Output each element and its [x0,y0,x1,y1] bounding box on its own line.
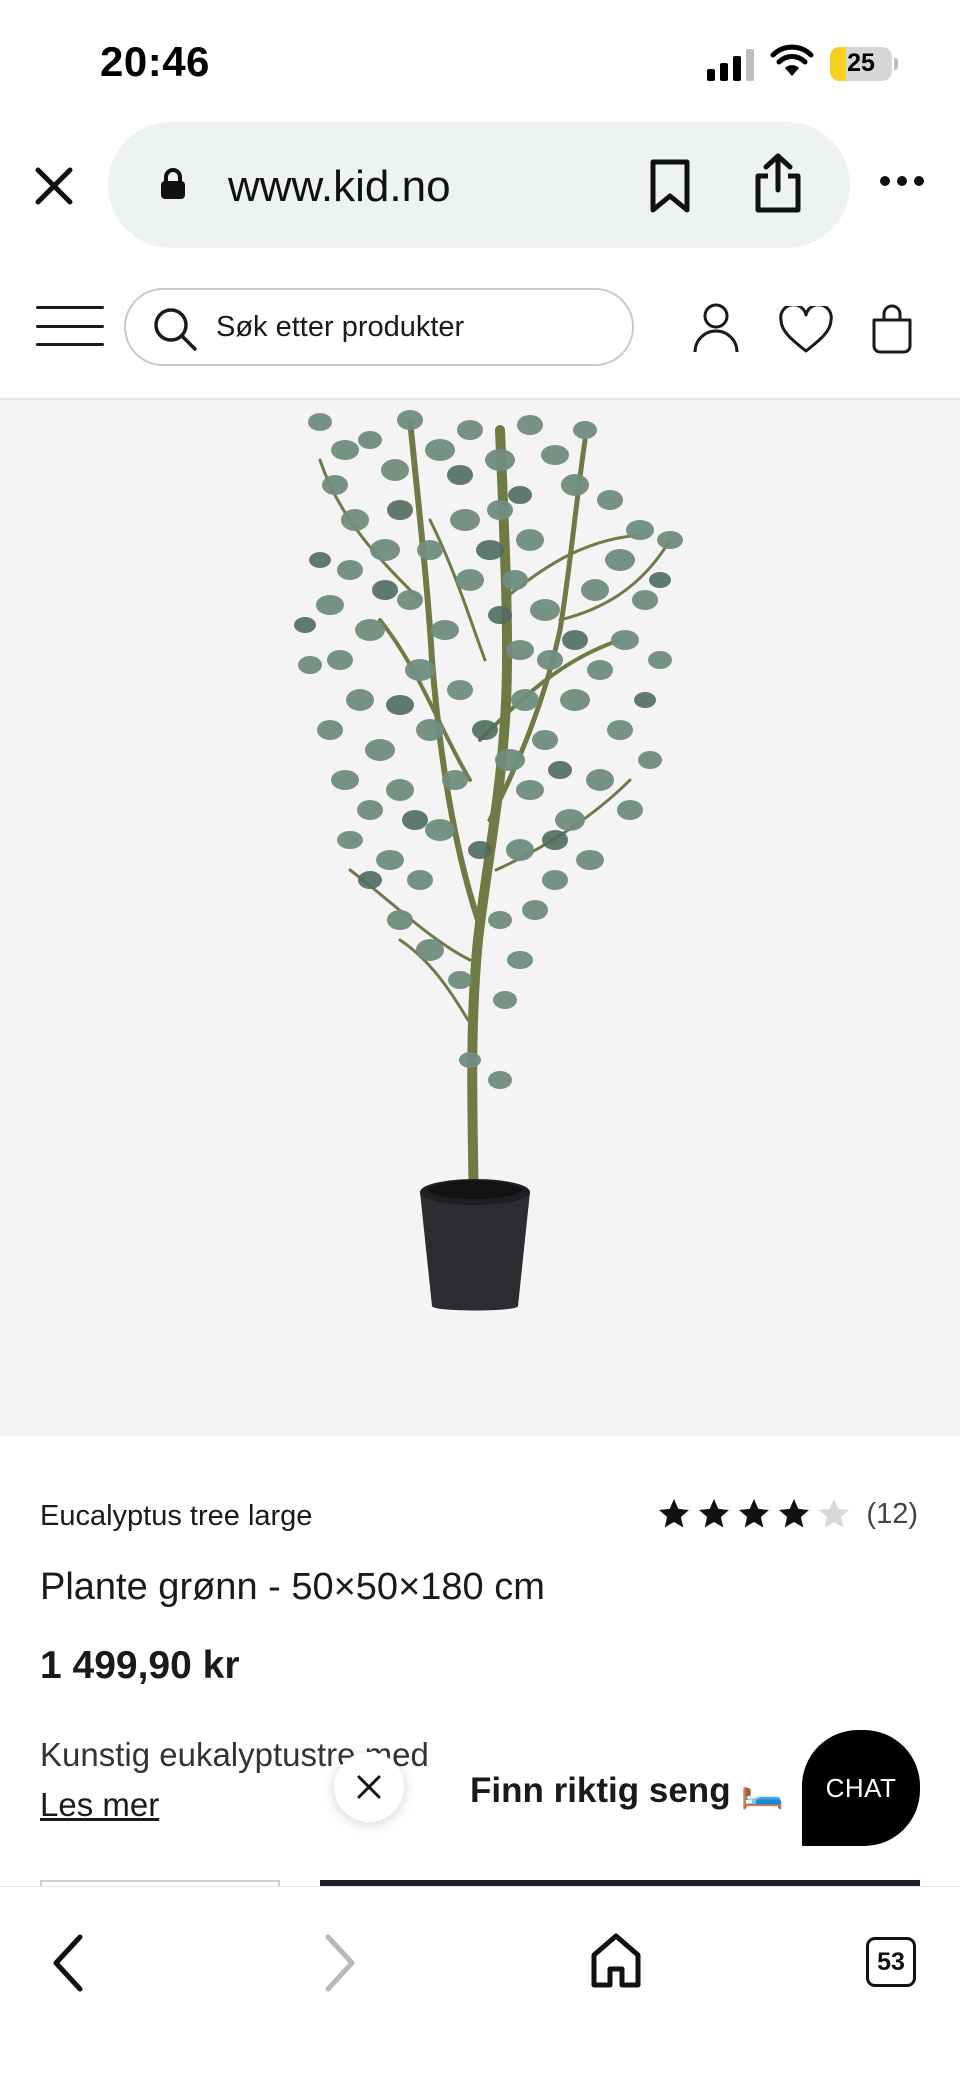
read-more-link[interactable]: Les mer [40,1786,159,1824]
promo-close-button[interactable] [334,1752,404,1822]
search-icon [152,306,198,357]
eucalyptus-tree-image [294,410,683,1311]
battery-level: 25 [847,49,875,77]
browser-url-row: www.kid.no [0,118,960,254]
promo-text: Finn riktig seng [470,1770,731,1810]
site-header [0,254,960,400]
lock-icon [160,168,186,205]
menu-icon[interactable] [36,306,104,346]
tabs-icon[interactable]: 53 [866,1937,916,1987]
star-empty-icon [819,1499,850,1528]
search-box[interactable] [124,288,634,366]
search-input[interactable] [216,290,616,364]
bookmark-icon[interactable] [648,158,692,219]
status-time: 20:46 [100,38,210,85]
close-icon [357,1775,381,1799]
more-icon[interactable] [880,176,924,186]
rating-count: (12) [866,1497,918,1530]
home-icon[interactable] [588,1931,644,1996]
browser-toolbar: 53 [0,1886,960,2078]
product-price: 1 499,90 kr [40,1644,240,1687]
close-icon[interactable] [28,160,80,212]
chat-button[interactable]: CHAT [802,1730,920,1846]
account-icon[interactable] [692,302,740,359]
share-icon[interactable] [754,152,802,219]
status-bar: 20:46 25 [0,0,960,118]
bed-icon: 🛏️ [740,1771,785,1810]
product-brand: Eucalyptus tree large [40,1500,313,1532]
battery-icon: 25 [830,46,898,81]
bag-icon[interactable] [870,302,914,359]
status-icons: 25 [707,44,898,83]
promo-banner[interactable]: Finn riktig seng 🛏️ [462,1766,793,1815]
wifi-icon [770,44,814,83]
signal-icon [707,47,754,81]
star-icon [739,1499,770,1528]
star-icon [699,1499,730,1528]
product-rating[interactable]: (12) [656,1496,918,1532]
product-image[interactable] [0,400,960,1436]
forward-icon[interactable] [318,1931,362,2000]
back-icon[interactable] [46,1931,90,2000]
star-icon [779,1499,810,1528]
heart-icon[interactable] [778,303,834,359]
product-title: Plante grønn - 50×50×180 cm [40,1566,545,1608]
url-text[interactable]: www.kid.no [228,162,451,212]
star-icon [659,1499,690,1528]
address-bar[interactable]: www.kid.no [108,122,850,248]
